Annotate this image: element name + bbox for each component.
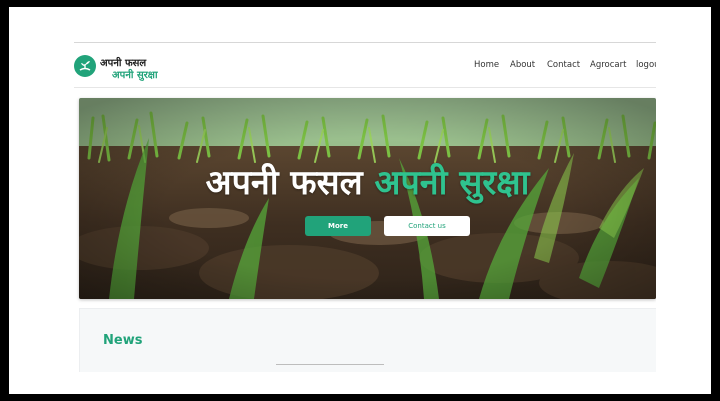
nav-about[interactable]: About xyxy=(510,60,535,70)
navbar: अपनी फसल अपनी सुरक्षा Home About Contact… xyxy=(74,43,656,88)
more-button[interactable]: More xyxy=(305,216,371,236)
site-logo[interactable]: अपनी फसल अपनी सुरक्षा xyxy=(74,51,194,83)
news-heading: News xyxy=(103,333,143,348)
logo-text-line2: अपनी सुरक्षा xyxy=(112,70,158,81)
nav-home[interactable]: Home xyxy=(474,60,499,70)
hero-banner: अपनी फसल अपनी सुरक्षा More Contact us xyxy=(79,98,656,299)
website: अपनी फसल अपनी सुरक्षा Home About Contact… xyxy=(74,42,656,372)
news-divider xyxy=(276,364,384,365)
nav-contact[interactable]: Contact xyxy=(547,60,580,70)
hero-title-part2: अपनी सुरक्षा xyxy=(374,163,530,203)
contact-us-button[interactable]: Contact us xyxy=(384,216,470,236)
nav-agrocart[interactable]: Agrocart xyxy=(590,60,626,70)
nav-logout[interactable]: logou xyxy=(636,60,656,70)
news-section: News xyxy=(79,308,656,372)
hero-title: अपनी फसल अपनी सुरक्षा xyxy=(79,158,656,204)
hero-title-part1: अपनी फसल xyxy=(205,163,363,203)
sprout-icon xyxy=(74,55,96,77)
screenshot-frame: अपनी फसल अपनी सुरक्षा Home About Contact… xyxy=(9,7,711,394)
